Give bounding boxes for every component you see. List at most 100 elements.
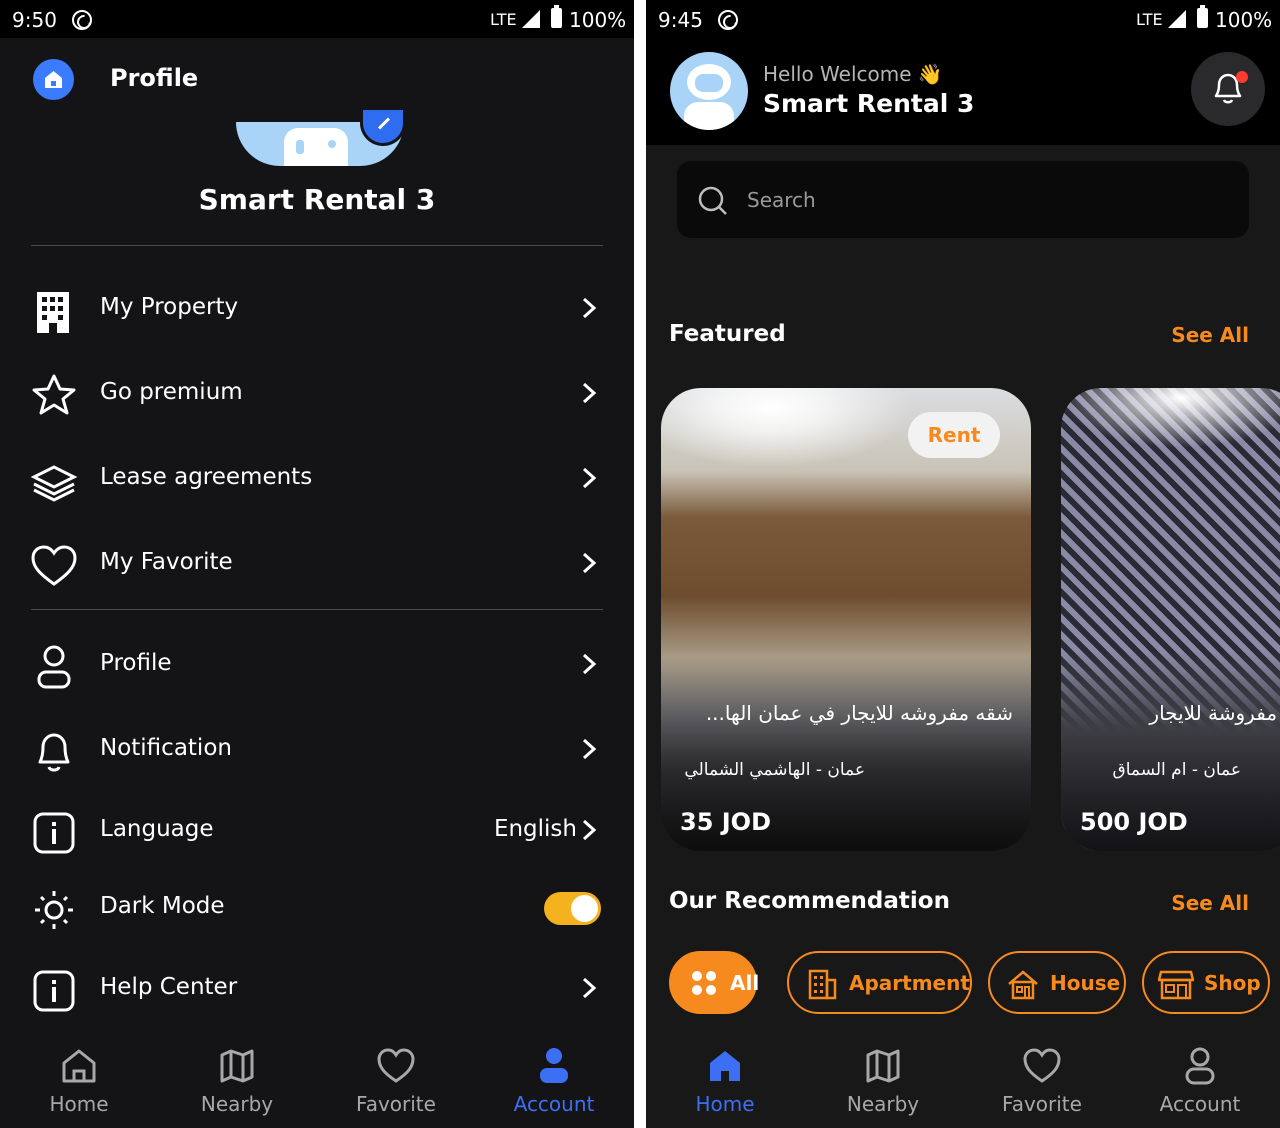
chip-label: Shop <box>1204 971 1261 995</box>
chevron-right-icon <box>582 819 597 841</box>
search-input[interactable] <box>747 181 1187 219</box>
featured-card[interactable]: شقة مفروشة للايجار عمان - ام السماق 500 … <box>1061 388 1280 851</box>
divider <box>31 609 603 610</box>
recommendation-title: Our Recommendation <box>669 888 950 914</box>
network-type: LTE <box>1136 10 1163 29</box>
home-logo-icon <box>33 59 74 100</box>
battery-icon <box>1197 5 1208 28</box>
menu-item-label: Go premium <box>100 379 243 405</box>
sun-icon <box>35 891 73 929</box>
featured-card[interactable]: Rent شقه مفروشه للايجار في عمان الها... … <box>661 388 1031 851</box>
chevron-right-icon <box>582 467 597 489</box>
menu-item-notification[interactable]: Notification <box>0 714 634 784</box>
status-time: 9:50 <box>12 8 57 32</box>
home-header: Hello Welcome 👋 Smart Rental 3 <box>646 38 1280 145</box>
filter-chip-all[interactable]: All <box>669 951 760 1014</box>
featured-see-all-link[interactable]: See All <box>1171 323 1249 347</box>
nav-label: Account <box>513 1092 595 1116</box>
home-icon <box>710 1051 740 1081</box>
notification-button[interactable] <box>1191 52 1265 126</box>
menu-item-lease-agreements[interactable]: Lease agreements <box>0 443 634 513</box>
nav-nearby[interactable]: Nearby <box>804 1036 962 1128</box>
nav-home[interactable]: Home <box>646 1036 804 1128</box>
menu-item-my-property[interactable]: My Property <box>0 273 634 343</box>
menu-item-language[interactable]: Language English <box>0 795 634 865</box>
nav-home[interactable]: Home <box>0 1036 158 1128</box>
nav-account[interactable]: Account <box>1121 1036 1279 1128</box>
status-bar: 9:50 LTE 100% <box>0 0 634 38</box>
menu-item-label: Lease agreements <box>100 464 313 490</box>
nav-account[interactable]: Account <box>475 1036 633 1128</box>
nav-label: Nearby <box>200 1092 274 1116</box>
menu-item-profile[interactable]: Profile <box>0 629 634 699</box>
listing-title: شقة مفروشة للايجار <box>1149 701 1280 725</box>
heart-icon <box>377 1048 415 1083</box>
menu-item-label: Dark Mode <box>100 893 225 919</box>
building-icon <box>37 292 69 333</box>
chevron-right-icon <box>582 382 597 404</box>
chevron-right-icon <box>582 738 597 760</box>
search-bar[interactable] <box>677 161 1249 238</box>
filter-chip-apartment[interactable]: Apartment <box>787 951 972 1014</box>
house-icon <box>1008 970 1038 1000</box>
menu-item-label: Language <box>100 816 214 842</box>
menu-item-go-premium[interactable]: Go premium <box>0 358 634 428</box>
chip-label: All <box>730 971 760 995</box>
home-screen: 9:45 LTE 100% Hello Welcome 👋 Smart Rent… <box>646 0 1280 1128</box>
nav-label: Favorite <box>1002 1092 1082 1116</box>
star-icon <box>32 374 76 415</box>
listing-title: شقه مفروشه للايجار في عمان الها... <box>705 701 1013 725</box>
heart-icon <box>31 545 77 586</box>
info-icon <box>33 812 75 854</box>
listing-price: 500 JOD <box>1080 808 1188 836</box>
signal-icon <box>522 10 540 28</box>
status-time: 9:45 <box>658 8 703 32</box>
nav-favorite[interactable]: Favorite <box>317 1036 475 1128</box>
dnd-icon <box>72 10 92 30</box>
chip-label: Apartment <box>849 971 970 995</box>
chip-label: House <box>1050 971 1121 995</box>
battery-percent: 100% <box>1215 8 1273 32</box>
chevron-right-icon <box>582 977 597 999</box>
filter-chip-house[interactable]: House <box>988 951 1126 1014</box>
notification-dot <box>1236 71 1248 83</box>
divider <box>31 245 603 246</box>
rent-badge: Rent <box>908 412 1000 458</box>
nav-label: Nearby <box>846 1092 920 1116</box>
menu-item-my-favorite[interactable]: My Favorite <box>0 528 634 598</box>
map-icon <box>220 1049 254 1083</box>
bottom-nav: Home Nearby Favorite Account <box>0 1036 634 1128</box>
language-value: English <box>493 816 577 842</box>
user-icon <box>540 1048 568 1083</box>
chevron-right-icon <box>582 653 597 675</box>
wave-icon: 👋 <box>917 62 943 86</box>
user-icon <box>1185 1047 1215 1085</box>
menu-item-dark-mode: Dark Mode <box>0 872 634 942</box>
map-icon <box>866 1049 900 1083</box>
grid-icon <box>692 971 716 995</box>
menu-item-label: My Favorite <box>100 549 233 575</box>
signal-icon <box>1168 10 1186 28</box>
menu-item-help-center[interactable]: Help Center <box>0 953 634 1023</box>
battery-icon <box>551 5 562 28</box>
avatar[interactable] <box>670 52 748 130</box>
shop-icon <box>1158 970 1194 1000</box>
filter-chip-shop[interactable]: Shop <box>1142 951 1270 1014</box>
apartment-icon <box>808 969 837 1000</box>
network-type: LTE <box>490 10 517 29</box>
nav-label: Account <box>1159 1092 1241 1116</box>
recommendation-see-all-link[interactable]: See All <box>1171 891 1249 915</box>
info-icon <box>33 970 75 1012</box>
greeting: Hello Welcome 👋 <box>763 62 943 86</box>
menu-item-label: Help Center <box>100 974 238 1000</box>
bell-icon <box>38 733 70 772</box>
home-icon <box>62 1049 96 1083</box>
dark-mode-toggle[interactable] <box>544 892 601 925</box>
chevron-right-icon <box>582 297 597 319</box>
nav-nearby[interactable]: Nearby <box>158 1036 316 1128</box>
chevron-right-icon <box>582 552 597 574</box>
status-bar: 9:45 LTE 100% <box>646 0 1280 38</box>
user-name: Smart Rental 3 <box>198 183 436 216</box>
nav-favorite[interactable]: Favorite <box>963 1036 1121 1128</box>
featured-title: Featured <box>669 321 786 347</box>
